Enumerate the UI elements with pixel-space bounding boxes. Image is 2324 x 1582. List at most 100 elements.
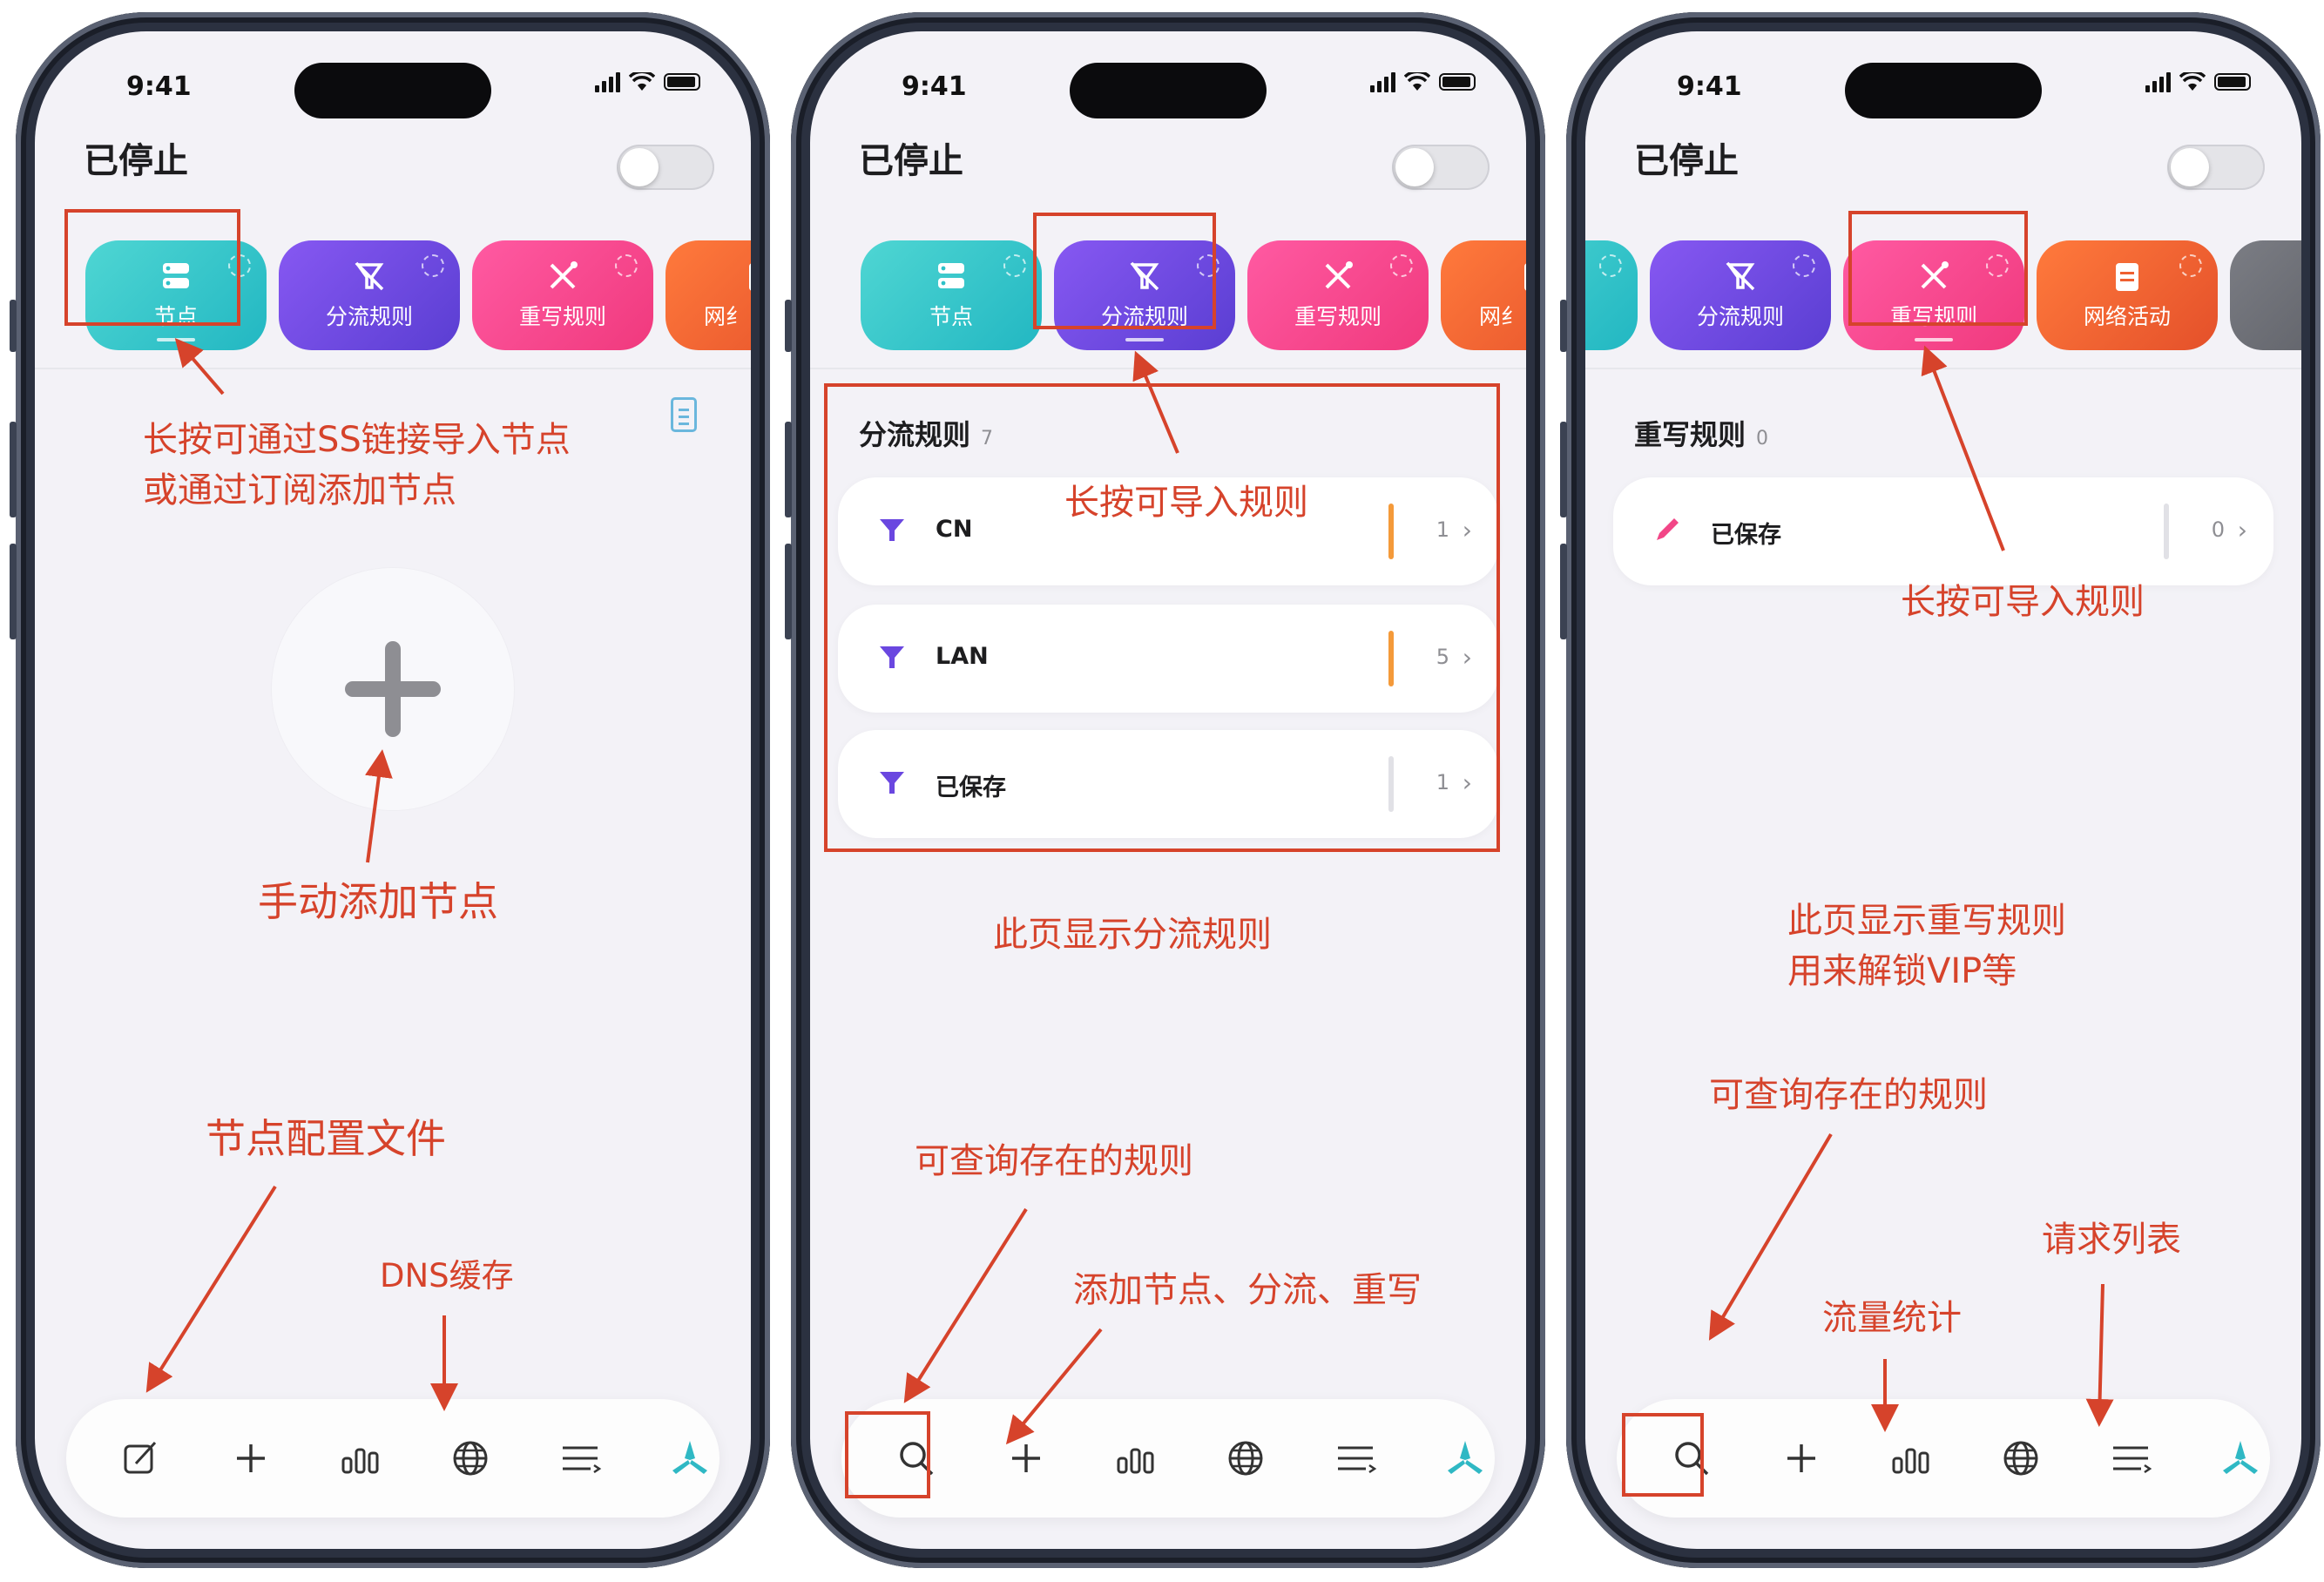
settings-icon[interactable] bbox=[1793, 254, 1815, 277]
globe-icon[interactable] bbox=[1995, 1432, 2047, 1484]
logo-icon[interactable] bbox=[664, 1432, 716, 1484]
wifi-icon bbox=[629, 72, 655, 91]
wifi-icon bbox=[1404, 72, 1430, 91]
signal-icon bbox=[2145, 71, 2171, 92]
bottom-toolbar bbox=[1617, 1399, 2270, 1518]
rewrite-indicator bbox=[2164, 504, 2169, 559]
logo-icon[interactable] bbox=[2214, 1432, 2267, 1484]
rewrite-icon bbox=[550, 261, 578, 289]
highlight-box-rule-tab bbox=[1033, 213, 1216, 329]
list-icon[interactable] bbox=[2104, 1432, 2157, 1484]
plus-icon[interactable] bbox=[225, 1432, 277, 1484]
plus-icon[interactable] bbox=[1000, 1432, 1052, 1484]
divider bbox=[1585, 368, 2301, 369]
wifi-icon bbox=[2179, 72, 2206, 91]
section-count: 0 bbox=[1756, 428, 1769, 450]
list-icon[interactable] bbox=[1329, 1432, 1382, 1484]
route-icon bbox=[1726, 261, 1755, 291]
annotation-requests: 请求列表 bbox=[2042, 1220, 2181, 1260]
edit-icon[interactable] bbox=[115, 1432, 167, 1484]
stats-icon[interactable] bbox=[1885, 1432, 1937, 1484]
tab-rule[interactable]: 分流规则 bbox=[279, 240, 460, 350]
battery-icon bbox=[1439, 73, 1476, 91]
divider bbox=[35, 368, 751, 369]
logo-icon[interactable] bbox=[1439, 1432, 1491, 1484]
chevron-right-icon: › bbox=[2237, 516, 2247, 544]
status-icons bbox=[595, 71, 700, 92]
pencil-icon bbox=[1657, 518, 1679, 540]
globe-icon[interactable] bbox=[444, 1432, 497, 1484]
bottom-toolbar bbox=[841, 1399, 1495, 1518]
add-node-button[interactable] bbox=[272, 568, 514, 810]
server-icon bbox=[938, 263, 964, 288]
rewrite-count: 0 bbox=[2211, 517, 2225, 542]
settings-icon[interactable] bbox=[1003, 254, 1026, 277]
tab-net-activity[interactable]: 网纟 bbox=[1441, 240, 1526, 350]
tab-indicator bbox=[1125, 338, 1164, 341]
settings-icon[interactable] bbox=[422, 254, 444, 277]
list-icon[interactable] bbox=[554, 1432, 606, 1484]
vpn-status-title: 已停止 bbox=[84, 141, 188, 181]
status-icons bbox=[1370, 71, 1476, 92]
tab-node-label: 节点 bbox=[929, 304, 973, 329]
settings-icon[interactable] bbox=[1390, 254, 1413, 277]
highlight-box-rule-list bbox=[824, 383, 1500, 852]
signal-icon bbox=[1370, 71, 1395, 92]
battery-icon bbox=[2214, 73, 2251, 91]
globe-icon[interactable] bbox=[1219, 1432, 1272, 1484]
annotation-import-line1: 长按可通过SS链接导入节点 bbox=[143, 420, 571, 460]
annotation-query-2: 可查询存在的规则 bbox=[915, 1141, 1193, 1181]
annotation-config-file: 节点配置文件 bbox=[206, 1115, 446, 1162]
tab-net-activity[interactable]: 网纟 bbox=[665, 240, 751, 350]
rewrite-icon bbox=[1325, 261, 1353, 289]
tab-net-activity[interactable]: 网络活动 bbox=[2037, 240, 2218, 350]
annotation-long-press-2: 长按可导入规则 bbox=[1064, 483, 1308, 523]
dynamic-island bbox=[1070, 63, 1267, 118]
battery-icon bbox=[664, 73, 700, 91]
config-file-icon[interactable] bbox=[671, 397, 697, 432]
tab-rewrite[interactable]: 重写规则 bbox=[472, 240, 653, 350]
vpn-status-title: 已停止 bbox=[859, 141, 963, 181]
plus-icon[interactable] bbox=[1775, 1432, 1827, 1484]
tab-rule-label: 分流规则 bbox=[325, 304, 413, 329]
dynamic-island bbox=[294, 63, 491, 118]
tab-rewrite-label: 重写规则 bbox=[518, 304, 606, 329]
tab-net-activity-label: 网络活动 bbox=[2083, 304, 2171, 329]
rewrite-row[interactable]: 已保存 0 › bbox=[1613, 477, 2273, 585]
vpn-toggle[interactable] bbox=[1392, 145, 1490, 190]
annotation-page-desc-3-line1: 此页显示重写规则 bbox=[1787, 901, 2066, 941]
settings-icon[interactable] bbox=[2179, 254, 2202, 277]
status-time: 9:41 bbox=[1677, 71, 1742, 102]
status-time: 9:41 bbox=[126, 71, 192, 102]
tab-net-activity-label: 网纟 bbox=[1479, 304, 1523, 329]
dynamic-island bbox=[1845, 63, 2042, 118]
clipboard-icon bbox=[749, 263, 751, 291]
clipboard-icon bbox=[2116, 263, 2138, 291]
tab-node[interactable]: 节点 bbox=[861, 240, 1042, 350]
tab-more[interactable] bbox=[2230, 240, 2301, 350]
rewrite-name: 已保存 bbox=[1711, 522, 1781, 549]
vpn-status-title: 已停止 bbox=[1634, 141, 1739, 181]
annotation-traffic: 流量统计 bbox=[1822, 1298, 1962, 1338]
divider bbox=[810, 368, 1526, 369]
settings-icon[interactable] bbox=[1599, 254, 1622, 277]
tab-rewrite-label: 重写规则 bbox=[1294, 304, 1382, 329]
vpn-toggle[interactable] bbox=[2167, 145, 2265, 190]
settings-icon[interactable] bbox=[615, 254, 638, 277]
annotation-add-2: 添加节点、分流、重写 bbox=[1073, 1270, 1422, 1310]
annotation-query-3: 可查询存在的规则 bbox=[1709, 1075, 1988, 1115]
vpn-toggle[interactable] bbox=[617, 145, 714, 190]
stats-icon[interactable] bbox=[334, 1432, 387, 1484]
tab-net-activity-label: 网纟 bbox=[704, 304, 748, 329]
section-title: 重写规则 0 bbox=[1634, 413, 1768, 453]
section-title-text: 重写规则 bbox=[1634, 418, 1746, 451]
annotation-page-desc-2: 此页显示分流规则 bbox=[993, 915, 1272, 955]
highlight-box-rewrite-tab bbox=[1848, 211, 2028, 326]
tab-node[interactable] bbox=[1585, 240, 1638, 350]
tab-indicator bbox=[1915, 338, 1953, 341]
stats-icon[interactable] bbox=[1110, 1432, 1162, 1484]
status-icons bbox=[2145, 71, 2251, 92]
tab-rule[interactable]: 分流规则 bbox=[1650, 240, 1831, 350]
tab-rewrite[interactable]: 重写规则 bbox=[1247, 240, 1429, 350]
bottom-toolbar bbox=[66, 1399, 719, 1518]
